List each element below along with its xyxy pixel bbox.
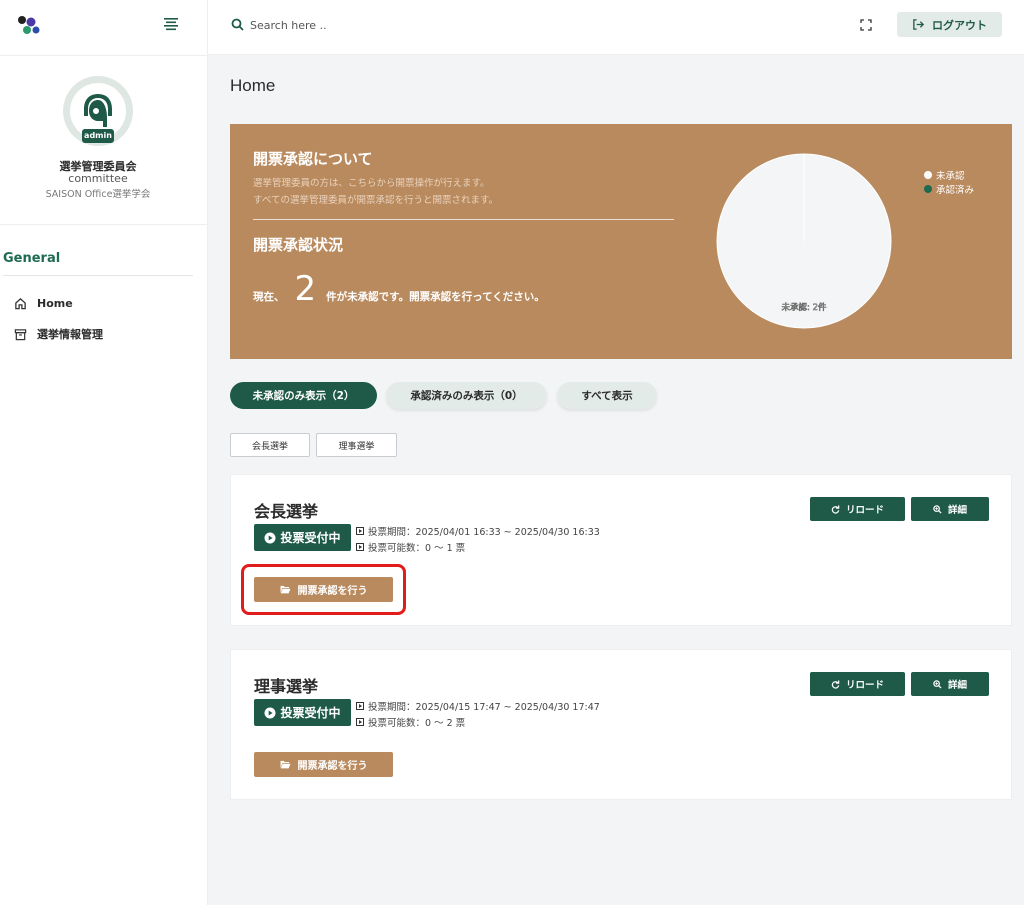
sidebar-item-election-management[interactable]: 選挙情報管理: [14, 325, 103, 343]
voting-period-text: 投票期間：2025/04/15 17:47 ~ 2025/04/30 17:47: [368, 702, 600, 713]
status-suffix: 件が未承認です。開票承認を行ってください。: [326, 291, 545, 303]
divider: [0, 224, 208, 225]
divider: [3, 275, 193, 276]
sidebar: admin 選挙管理委員会 committee SAISON Office選挙学…: [0, 0, 208, 905]
status-label: 投票受付中: [280, 531, 341, 545]
logout-label: ログアウト: [932, 18, 987, 32]
play-circle-icon: [264, 707, 276, 718]
search-icon: [231, 18, 244, 31]
chip-director-election[interactable]: 理事選挙: [316, 433, 397, 457]
legend-label: 承認済み: [936, 185, 975, 196]
chip-president-election[interactable]: 会長選挙: [230, 433, 310, 457]
caret-box-icon: [356, 543, 364, 551]
sidebar-item-label: Home: [37, 296, 73, 310]
menu-toggle-icon[interactable]: [163, 17, 179, 31]
caret-box-icon: [356, 702, 364, 710]
filter-approved-button[interactable]: 承認済みのみ表示（0）: [386, 382, 547, 409]
status-badge: 投票受付中: [254, 699, 351, 726]
search-input[interactable]: [250, 14, 550, 36]
role-badge: admin: [82, 129, 114, 143]
refresh-icon: [831, 679, 840, 689]
approval-pie-chart: 未承認: 2件: [716, 153, 892, 329]
detail-label: 詳細: [947, 680, 967, 691]
legend-item: 承認済み: [924, 182, 974, 196]
approve-label: 開票承認を行う: [297, 761, 368, 772]
sidebar-item-label: 選挙情報管理: [37, 328, 103, 341]
banner-title: 開票承認について: [253, 150, 373, 168]
vote-limit-text: 投票可能数：0 〜 2 票: [368, 718, 466, 729]
play-circle-icon: [264, 532, 276, 543]
approve-label: 開票承認を行う: [297, 586, 368, 597]
voting-period-text: 投票期間：2025/04/01 16:33 ~ 2025/04/30 16:33: [368, 527, 600, 538]
chart-legend: 未承認 承認済み: [924, 168, 974, 196]
approve-count-button[interactable]: 開票承認を行う: [254, 577, 393, 602]
status-prefix: 現在、: [253, 291, 285, 303]
caret-box-icon: [356, 527, 364, 535]
refresh-icon: [831, 504, 840, 514]
election-card: 理事選挙 投票受付中 投票期間：2025/04/15 17:47 ~ 2025/…: [230, 649, 1012, 800]
unapproved-count: 2: [294, 269, 317, 309]
approval-status-title: 開票承認状況: [253, 236, 344, 254]
detail-button[interactable]: 詳細: [911, 497, 989, 521]
vote-limit-text: 投票可能数：0 〜 1 票: [368, 543, 466, 554]
filter-all-button[interactable]: すべて表示: [557, 382, 657, 409]
pie-data-label: 未承認: 2件: [782, 302, 827, 313]
legend-item: 未承認: [924, 168, 974, 182]
logout-button[interactable]: ログアウト: [897, 12, 1002, 37]
filter-unapproved-button[interactable]: 未承認のみ表示（2）: [230, 382, 377, 409]
status-badge: 投票受付中: [254, 524, 351, 551]
folder-open-icon: [280, 760, 290, 769]
zoom-in-icon: [933, 504, 942, 514]
approve-count-button[interactable]: 開票承認を行う: [254, 752, 393, 777]
approval-status-text: 現在、 2 件が未承認です。開票承認を行ってください。: [253, 269, 545, 309]
folder-open-icon: [280, 585, 290, 594]
vote-limit: 投票可能数：0 〜 2 票: [356, 715, 465, 729]
sidebar-item-home[interactable]: Home: [14, 294, 73, 312]
profile-role: committee: [68, 172, 128, 185]
election-title: 理事選挙: [254, 677, 319, 696]
app-logo[interactable]: [16, 14, 42, 36]
section-title-general: General: [3, 251, 61, 266]
divider: [253, 219, 674, 220]
reload-label: リロード: [845, 505, 884, 516]
election-title: 会長選挙: [254, 502, 319, 521]
approval-banner: 開票承認について 選挙管理委員の方は、こちらから開票操作が行えます。 すべての選…: [230, 124, 1012, 359]
archive-icon: [14, 328, 27, 340]
fullscreen-icon[interactable]: [860, 19, 872, 31]
caret-box-icon: [356, 718, 364, 726]
detail-button[interactable]: 詳細: [911, 672, 989, 696]
detail-label: 詳細: [947, 505, 967, 516]
banner-description: すべての選挙管理委員が開票承認を行うと開票されます。: [253, 195, 499, 206]
banner-description: 選挙管理委員の方は、こちらから開票操作が行えます。: [253, 178, 490, 189]
logout-icon: [913, 19, 925, 30]
voting-period: 投票期間：2025/04/01 16:33 ~ 2025/04/30 16:33: [356, 524, 600, 538]
reload-button[interactable]: リロード: [810, 497, 905, 521]
home-icon: [15, 297, 26, 309]
election-card: 会長選挙 投票受付中 投票期間：2025/04/01 16:33 ~ 2025/…: [230, 474, 1012, 626]
topbar: ログアウト: [208, 0, 1024, 55]
page-title: Home: [230, 76, 276, 95]
profile-org: SAISON Office選挙学会: [45, 189, 151, 200]
vote-limit: 投票可能数：0 〜 1 票: [356, 540, 465, 554]
voting-period: 投票期間：2025/04/15 17:47 ~ 2025/04/30 17:47: [356, 699, 600, 713]
legend-swatch: [924, 171, 932, 179]
reload-label: リロード: [845, 680, 884, 691]
legend-swatch: [924, 185, 932, 193]
legend-label: 未承認: [936, 171, 965, 182]
zoom-in-icon: [933, 679, 942, 689]
status-label: 投票受付中: [280, 706, 341, 720]
divider: [0, 55, 208, 56]
reload-button[interactable]: リロード: [810, 672, 905, 696]
